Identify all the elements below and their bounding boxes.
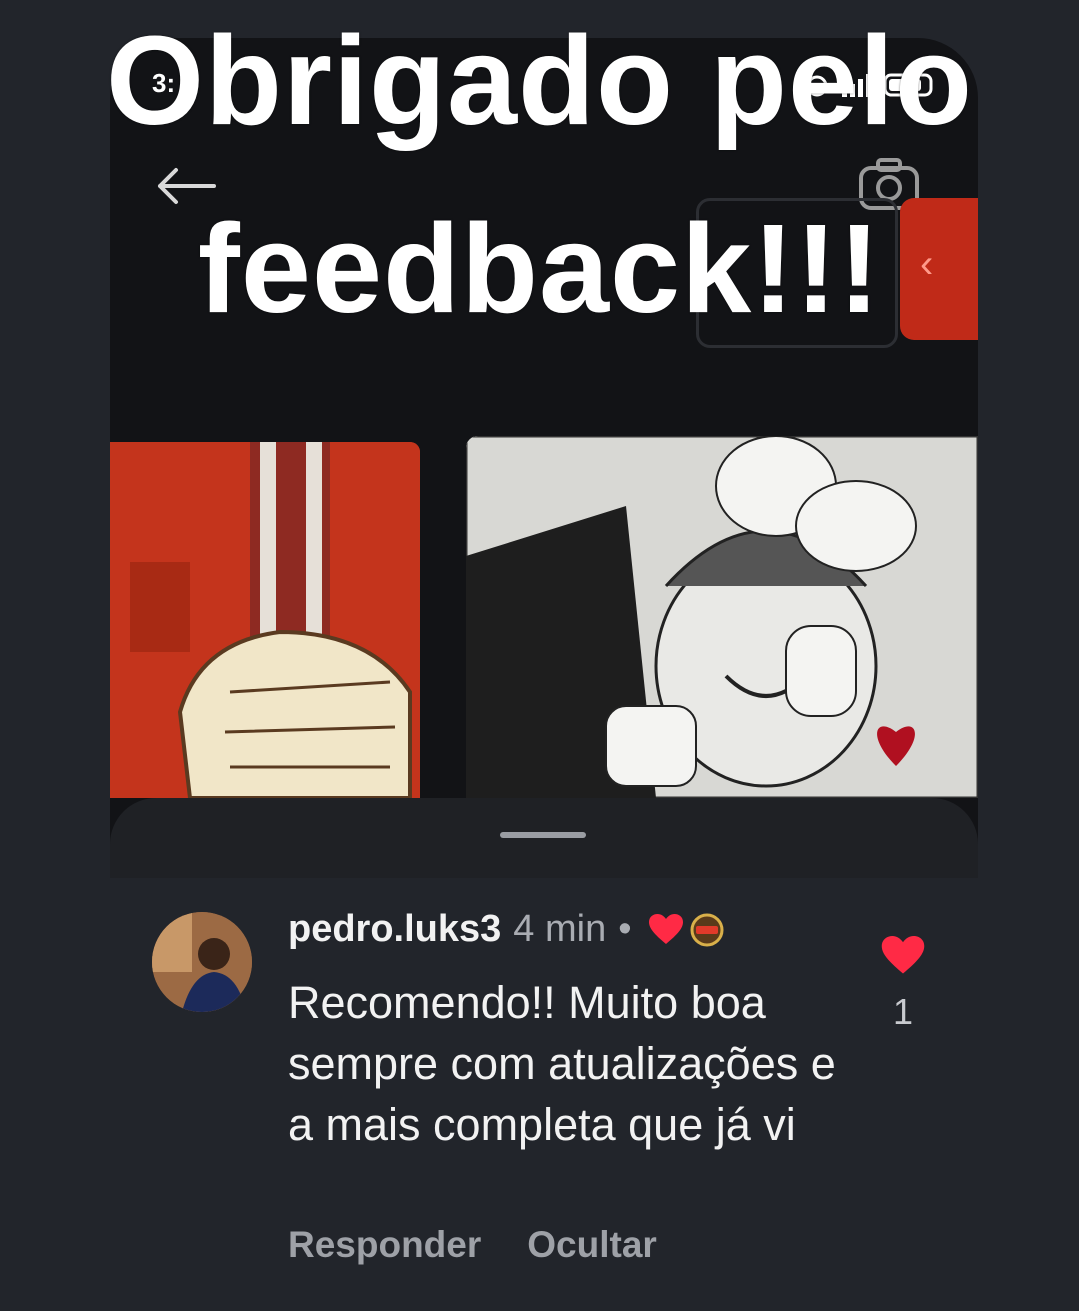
username[interactable]: pedro.luks3 — [288, 908, 501, 951]
comment-sheet — [110, 798, 978, 878]
caption-line-2: feedback!!! — [197, 198, 882, 339]
comment-header: pedro.luks3 4 min • — [288, 908, 724, 951]
avatar-photo — [152, 912, 252, 1012]
like-heart-icon[interactable] — [880, 936, 926, 976]
like-column: 1 — [876, 936, 930, 1033]
manga-cover-left[interactable] — [110, 442, 420, 798]
embedded-phone-screenshot: 3: ‹ — [110, 38, 978, 878]
badge-icon — [690, 913, 724, 946]
manga-page-right[interactable] — [466, 436, 978, 798]
sheet-drag-handle[interactable] — [500, 832, 586, 838]
heart-icon — [648, 913, 683, 944]
caption-line-1: Obrigado pelo — [105, 10, 973, 151]
manga-cover-art — [110, 442, 420, 798]
hide-button[interactable]: Ocultar — [527, 1224, 657, 1266]
comment-time: 4 min — [513, 908, 607, 950]
manga-page-art — [466, 436, 978, 798]
like-count: 1 — [892, 991, 914, 1032]
meta-separator: • — [618, 908, 632, 950]
comment-text: Recomendo!! Muito boa sempre com atualiz… — [288, 977, 836, 1150]
comment-actions: Responder Ocultar — [288, 1224, 657, 1266]
reply-button[interactable]: Responder — [288, 1224, 481, 1266]
avatar[interactable] — [152, 912, 252, 1012]
